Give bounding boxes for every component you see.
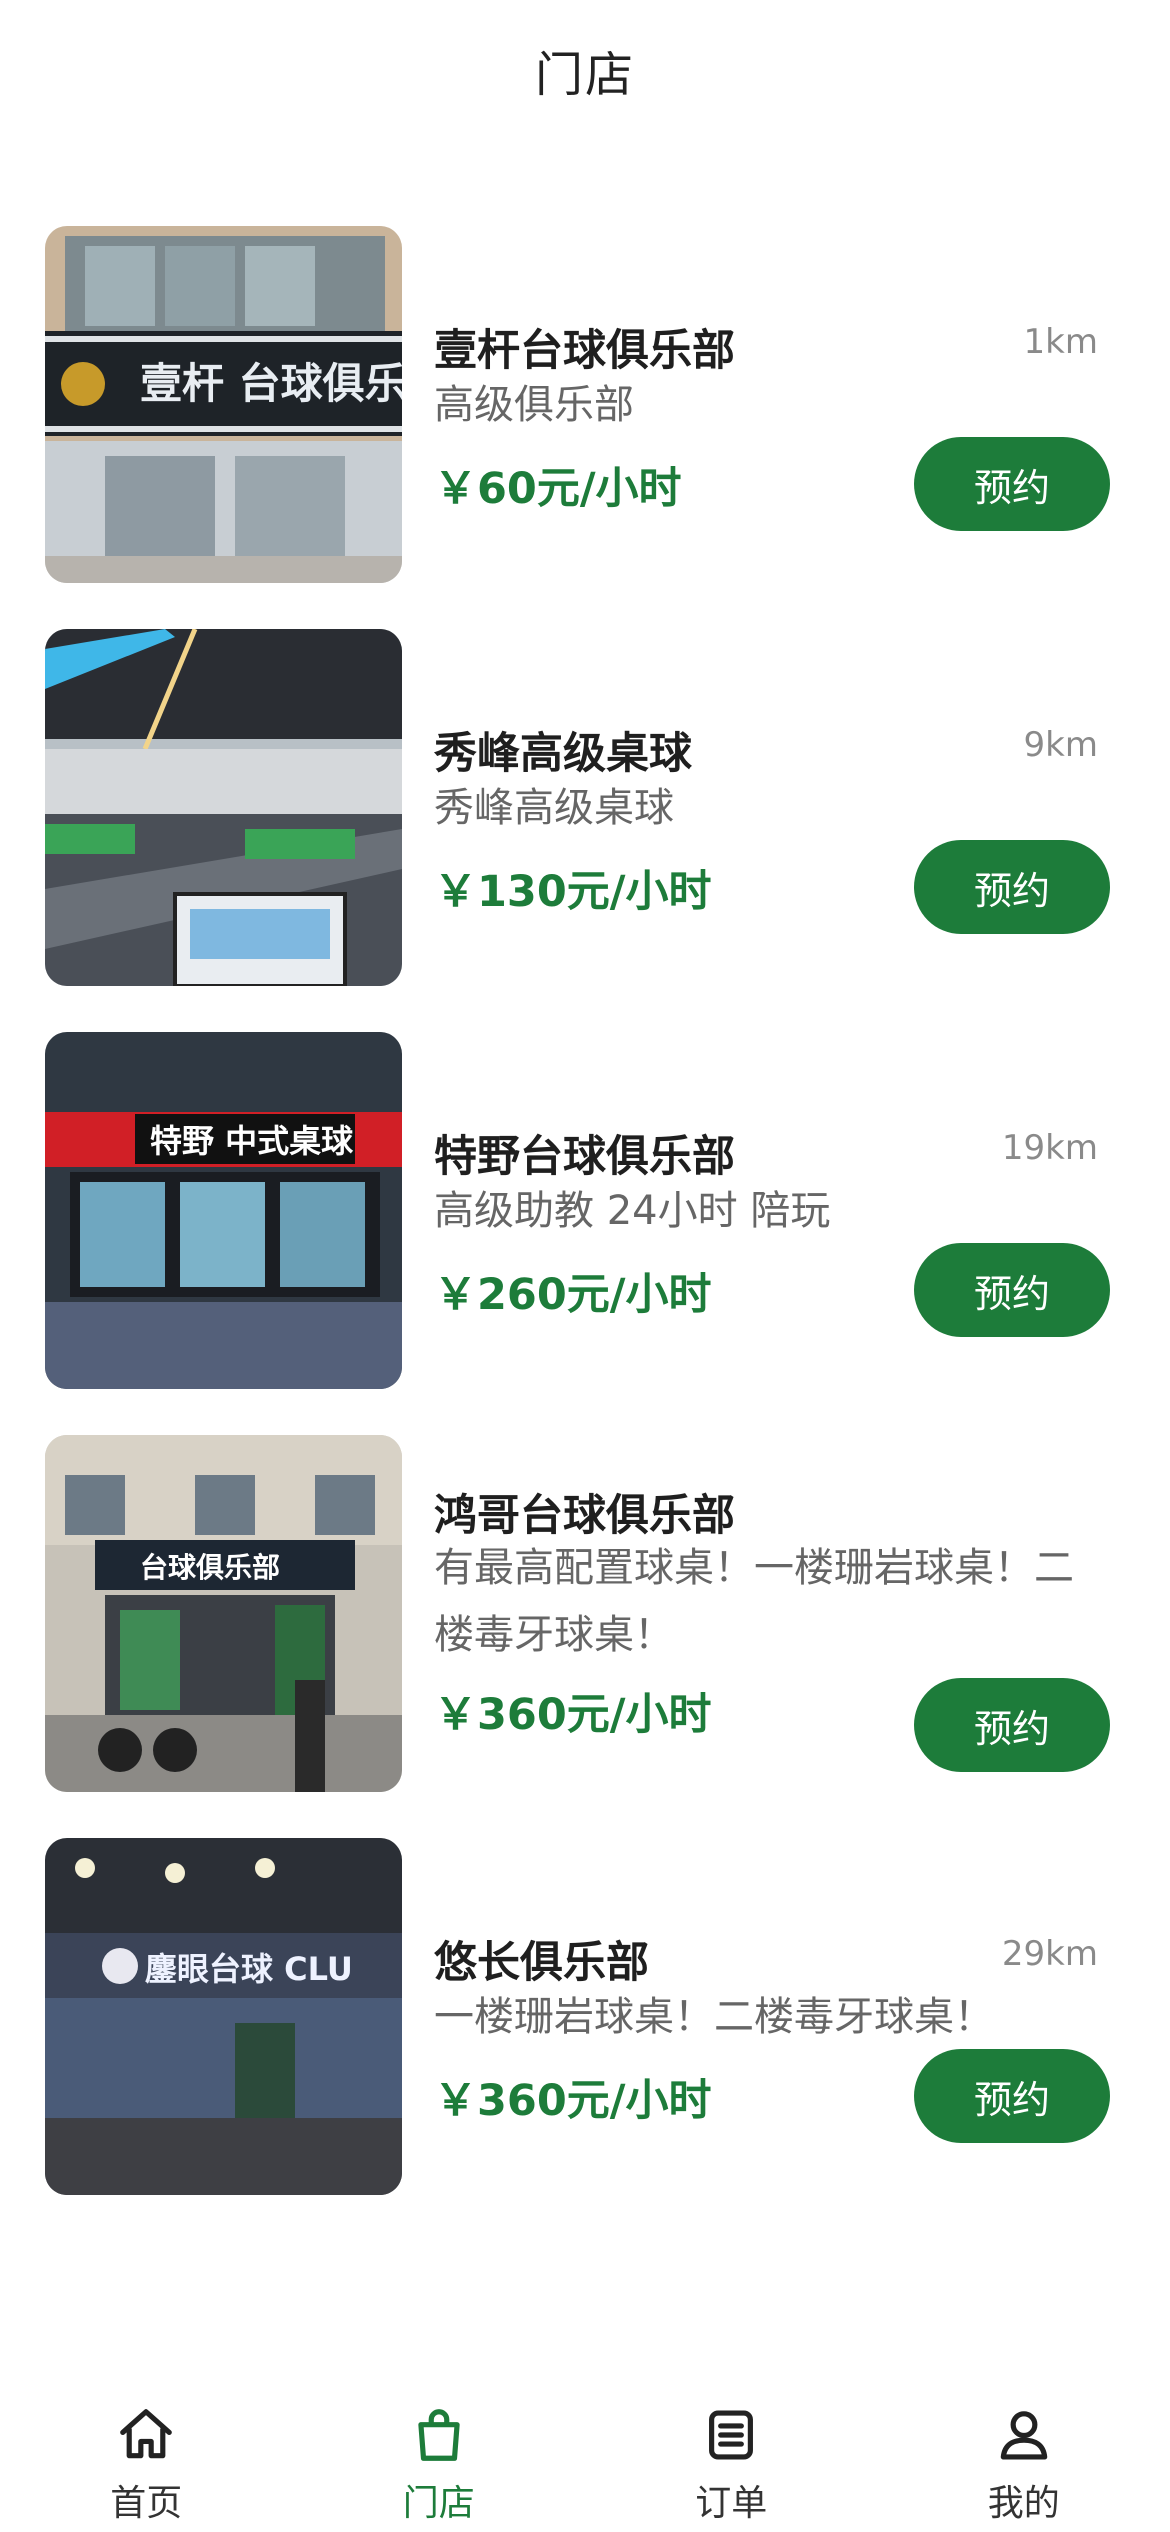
book-button[interactable]: 预约	[914, 2049, 1110, 2143]
book-button[interactable]: 预约	[914, 1678, 1110, 1772]
store-info: 鸿哥台球俱乐部 有最高配置球桌！一楼珊岩球桌！二楼毒牙球桌！ ￥360元/小时 …	[434, 1435, 1110, 1792]
store-price: ￥60元/小时	[434, 464, 682, 514]
store-distance: 19km	[1001, 1128, 1098, 1168]
store-name: 悠长俱乐部	[434, 1938, 649, 1988]
store-photo[interactable]: 鏖眼台球 CLU	[45, 1838, 402, 2195]
book-button[interactable]: 预约	[914, 1243, 1110, 1337]
store-description: 有最高配置球桌！一楼珊岩球桌！二楼毒牙球桌！	[434, 1545, 1074, 1658]
store-photo-signage: 鏖眼台球 CLU	[145, 1950, 353, 1988]
home-icon	[120, 2409, 173, 2459]
store-info: 特野台球俱乐部 19km 高级助教 24小时 陪玩 ￥260元/小时 预约	[434, 1032, 1110, 1389]
store-description: 高级俱乐部	[434, 382, 634, 428]
order-list-icon	[709, 2410, 754, 2460]
bottom-tab-bar: 首页 门店 订单 我的	[0, 2380, 1170, 2532]
store-name: 特野台球俱乐部	[434, 1132, 735, 1182]
store-distance: 1km	[1023, 322, 1098, 362]
store-card[interactable]: 鏖眼台球 CLU 悠长俱乐部 29km 一楼珊岩球桌！二楼毒牙球桌！ ￥360元…	[0, 1838, 1170, 2241]
store-card[interactable]: 壹杆 台球俱乐部 壹杆台球俱乐部 1km 高级俱乐部 ￥60元/小时 预约	[0, 226, 1170, 629]
store-price: ￥260元/小时	[434, 1270, 712, 1320]
store-photo-signage: 特野 中式桌球	[150, 1122, 354, 1160]
store-description: 一楼珊岩球桌！二楼毒牙球桌！	[434, 1994, 994, 2040]
store-photo-signage: 壹杆 台球俱乐部	[140, 359, 402, 408]
tab-profile-label: 我的	[987, 2483, 1060, 2524]
book-button[interactable]: 预约	[914, 437, 1110, 531]
app: 门店 壹杆 台球俱乐部	[0, 0, 1170, 2532]
store-card[interactable]: 特野 中式桌球 特野台球俱乐部 19km 高级助教 24小时 陪玩 ￥260元/…	[0, 1032, 1170, 1435]
store-name: 壹杆台球俱乐部	[434, 326, 735, 376]
store-info: 秀峰高级桌球 9km 秀峰高级桌球 ￥130元/小时 预约	[434, 629, 1110, 986]
store-distance: 29km	[1001, 1934, 1098, 1974]
tab-home[interactable]: 首页	[0, 2380, 293, 2532]
shopping-bag-icon	[418, 2409, 460, 2461]
tab-orders[interactable]: 订单	[585, 2380, 878, 2532]
store-description: 秀峰高级桌球	[434, 785, 674, 831]
store-card[interactable]: 台球俱乐部 鸿哥台球俱乐部 有最高配置球桌！一楼珊岩球桌！二楼毒牙球桌！ ￥36…	[0, 1435, 1170, 1838]
page-title: 门店	[534, 47, 635, 103]
store-photo[interactable]	[45, 629, 402, 986]
store-name: 鸿哥台球俱乐部	[434, 1491, 735, 1541]
store-photo[interactable]: 壹杆 台球俱乐部	[45, 226, 402, 583]
store-name: 秀峰高级桌球	[434, 729, 692, 779]
store-list[interactable]: 壹杆 台球俱乐部 壹杆台球俱乐部 1km 高级俱乐部 ￥60元/小时 预约	[0, 226, 1170, 2241]
store-price: ￥360元/小时	[434, 2076, 712, 2126]
tab-stores-label: 门店	[402, 2483, 475, 2524]
tab-profile[interactable]: 我的	[878, 2380, 1170, 2532]
store-photo[interactable]: 特野 中式桌球	[45, 1032, 402, 1389]
store-photo-signage: 台球俱乐部	[140, 1551, 280, 1584]
tab-orders-label: 订单	[695, 2483, 768, 2524]
tab-home-label: 首页	[110, 2483, 183, 2524]
tab-stores[interactable]: 门店	[293, 2380, 586, 2532]
store-distance: 9km	[1023, 725, 1098, 765]
store-photo[interactable]: 台球俱乐部	[45, 1435, 402, 1792]
store-info: 悠长俱乐部 29km 一楼珊岩球桌！二楼毒牙球桌！ ￥360元/小时 预约	[434, 1838, 1110, 2195]
user-icon	[1000, 2411, 1047, 2460]
store-price: ￥360元/小时	[434, 1690, 712, 1740]
store-card[interactable]: 秀峰高级桌球 9km 秀峰高级桌球 ￥130元/小时 预约	[0, 629, 1170, 1032]
store-description: 高级助教 24小时 陪玩	[434, 1188, 831, 1234]
store-price: ￥130元/小时	[434, 867, 712, 917]
store-info: 壹杆台球俱乐部 1km 高级俱乐部 ￥60元/小时 预约	[434, 226, 1110, 583]
nav-header: 门店	[0, 0, 1170, 140]
book-button[interactable]: 预约	[914, 840, 1110, 934]
